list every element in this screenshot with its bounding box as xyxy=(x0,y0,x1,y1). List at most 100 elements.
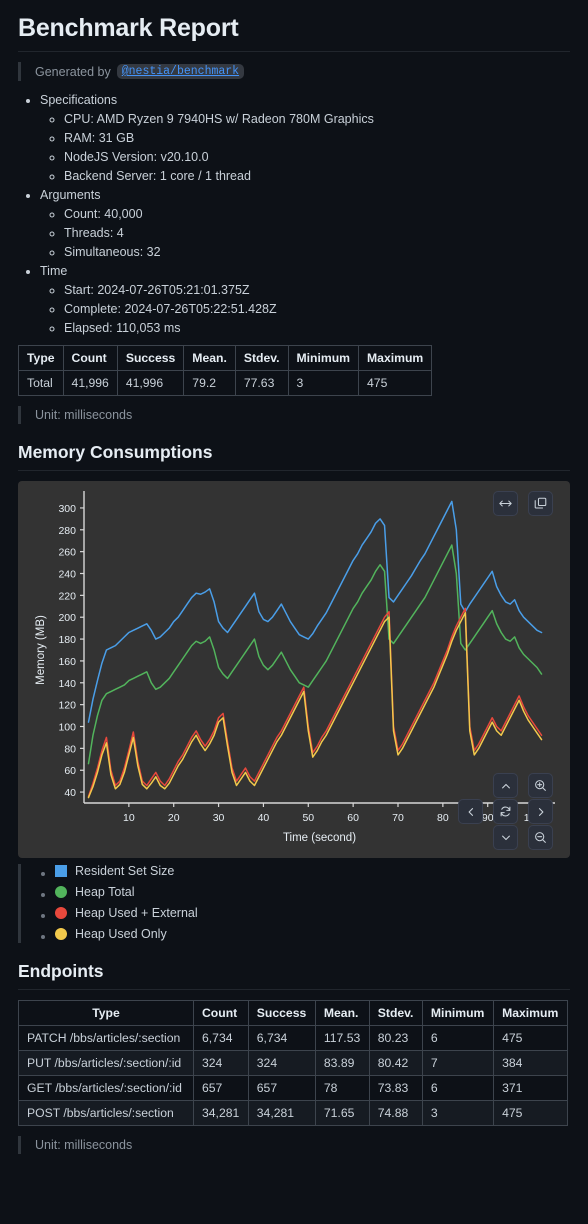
cell: Total xyxy=(18,370,64,396)
column-header: Stdev. xyxy=(234,345,289,371)
x-tick-label: 10 xyxy=(123,812,135,824)
cell: GET /bbs/articles/:section/:id xyxy=(18,1075,194,1101)
column-header: Success xyxy=(247,1000,316,1026)
pan-up-button[interactable] xyxy=(493,773,518,798)
list-item: Heap Used + External xyxy=(55,906,570,922)
cell: 6 xyxy=(421,1075,495,1101)
resize-horizontal-button[interactable] xyxy=(493,491,518,516)
cell: 6,734 xyxy=(247,1025,316,1051)
list-item: Count: 40,000 xyxy=(64,207,570,221)
x-tick-label: 70 xyxy=(392,812,404,824)
column-header: Stdev. xyxy=(368,1000,423,1026)
cell: 475 xyxy=(493,1100,568,1126)
y-tick-label: 120 xyxy=(58,700,76,712)
chevron-right-icon xyxy=(538,807,543,816)
zoom-out-button[interactable] xyxy=(528,825,553,850)
chart-legend: Resident Set Size Heap Total Heap Used + E… xyxy=(18,864,570,943)
x-tick-label: 20 xyxy=(168,812,180,824)
column-header: Success xyxy=(116,345,185,371)
column-header: Count xyxy=(62,345,118,371)
legend-swatch-icon xyxy=(55,907,67,919)
memory-chart-card[interactable]: 40 60 80 100 120 140 160 180 200 220 240 260 280 300 1… xyxy=(18,481,570,858)
refresh-icon xyxy=(500,806,511,817)
y-tick-label: 80 xyxy=(64,743,76,755)
column-header: Mean. xyxy=(183,345,236,371)
cell: POST /bbs/articles/:section xyxy=(18,1100,194,1126)
list-item: Elapsed: 110,053 ms xyxy=(64,321,570,335)
cell: 41,996 xyxy=(116,370,185,396)
nestia-benchmark-link[interactable]: @nestia/benchmark xyxy=(116,64,245,79)
arguments-items: Count: 40,000 Threads: 4 Simultaneous: 3… xyxy=(40,207,570,259)
column-header: Mean. xyxy=(314,1000,370,1026)
column-header: Type xyxy=(18,345,64,371)
pan-right-button[interactable] xyxy=(528,799,553,824)
list-item: Heap Total xyxy=(55,885,570,901)
column-header: Maximum xyxy=(358,345,433,371)
x-tick-label: 60 xyxy=(347,812,359,824)
pan-left-button[interactable] xyxy=(458,799,483,824)
column-header: Minimum xyxy=(421,1000,495,1026)
cell: 324 xyxy=(193,1050,249,1076)
y-tick-label: 220 xyxy=(58,590,76,602)
title-divider xyxy=(18,51,570,52)
y-tick-label: 260 xyxy=(58,547,76,559)
specifications-heading: Specifications xyxy=(40,93,118,107)
generated-by-label: Generated by xyxy=(35,64,111,79)
cell: 371 xyxy=(493,1075,568,1101)
cell: 74.88 xyxy=(368,1100,423,1126)
time-group: Time Start: 2024-07-26T05:21:01.375Z Com… xyxy=(40,264,570,335)
x-axis-label: Time (second) xyxy=(283,832,356,844)
column-header: Maximum xyxy=(493,1000,568,1026)
y-tick-label: 160 xyxy=(58,656,76,668)
reset-view-button[interactable] xyxy=(493,799,518,824)
copy-icon xyxy=(534,497,547,509)
legend-label: Resident Set Size xyxy=(75,864,175,878)
y-tick-label: 280 xyxy=(58,525,76,537)
table-row: POST /bbs/articles/:section 34,281 34,281 7… xyxy=(18,1100,568,1126)
memory-section-title: Memory Consumptions xyxy=(18,442,213,462)
cell: 7 xyxy=(421,1050,495,1076)
memory-consumption-chart: 40 60 80 100 120 140 160 180 200 220 240 260 280 300 1… xyxy=(35,491,555,844)
endpoints-section-title: Endpoints xyxy=(18,961,104,981)
legend-label: Heap Used + External xyxy=(75,906,198,920)
column-header: Count xyxy=(193,1000,249,1026)
y-tick-label: 100 xyxy=(58,722,76,734)
y-tick-label: 300 xyxy=(58,503,76,515)
y-tick-label: 140 xyxy=(58,678,76,690)
list-item: CPU: AMD Ryzen 9 7940HS w/ Radeon 780M G… xyxy=(64,112,570,126)
list-item: Resident Set Size xyxy=(55,864,570,880)
pan-down-button[interactable] xyxy=(493,825,518,850)
endpoints-section-divider xyxy=(18,989,570,990)
cell: 71.65 xyxy=(314,1100,370,1126)
list-item: Simultaneous: 32 xyxy=(64,245,570,259)
cell: 475 xyxy=(493,1025,568,1051)
table-row: PATCH /bbs/articles/:section 6,734 6,734 11… xyxy=(18,1025,568,1051)
cell: 6,734 xyxy=(193,1025,249,1051)
endpoints-table: Type Count Success Mean. Stdev. Minimum … xyxy=(18,1000,568,1126)
list-item: Threads: 4 xyxy=(64,226,570,240)
legend-label: Heap Used Only xyxy=(75,927,167,941)
table-row: PUT /bbs/articles/:section/:id 324 324 83.8… xyxy=(18,1050,568,1076)
table-row: Total 41,996 41,996 79.2 77.63 3 475 xyxy=(18,370,433,396)
list-item: RAM: 31 GB xyxy=(64,131,570,145)
cell: 34,281 xyxy=(193,1100,249,1126)
y-tick-label: 240 xyxy=(58,569,76,581)
cell: 3 xyxy=(421,1100,495,1126)
cell: 34,281 xyxy=(247,1100,316,1126)
report-page: Benchmark Report Generated by @nestia/be… xyxy=(0,14,588,1178)
column-header: Type xyxy=(18,1000,194,1026)
cell: 324 xyxy=(247,1050,316,1076)
x-tick-label: 80 xyxy=(437,812,449,824)
resize-horizontal-icon xyxy=(499,500,512,507)
specifications-group: Specifications CPU: AMD Ryzen 9 7940HS w… xyxy=(40,93,570,183)
page-title: Benchmark Report xyxy=(18,14,239,42)
copy-chart-button[interactable] xyxy=(528,491,553,516)
zoom-in-button[interactable] xyxy=(528,773,553,798)
list-item: Backend Server: 1 core / 1 thread xyxy=(64,169,570,183)
cell: 657 xyxy=(193,1075,249,1101)
cell: 117.53 xyxy=(314,1025,370,1051)
y-tick-label: 200 xyxy=(58,612,76,624)
cell: 80.23 xyxy=(368,1025,423,1051)
generated-by-note: Generated by @nestia/benchmark xyxy=(18,62,570,81)
column-header: Minimum xyxy=(287,345,360,371)
